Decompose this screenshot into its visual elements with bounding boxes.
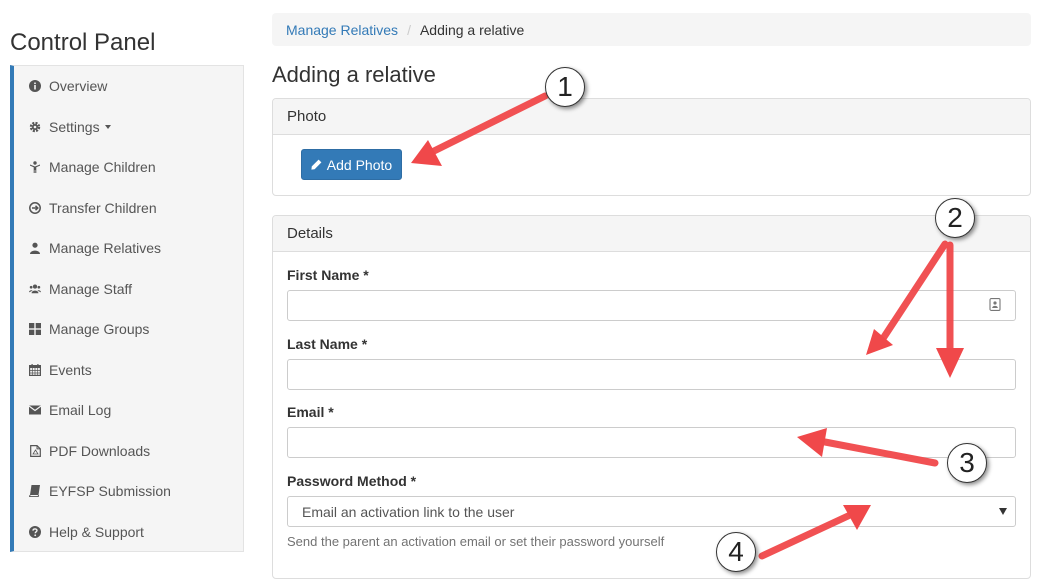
sidebar-item-pdf-downloads[interactable]: PDF Downloads: [14, 431, 243, 472]
sidebar-item-label: Manage Groups: [49, 321, 150, 338]
details-panel-heading: Details: [273, 216, 1030, 252]
sidebar-item-manage-groups[interactable]: Manage Groups: [14, 309, 243, 350]
sidebar-item-eyfsp-submission[interactable]: EYFSP Submission: [14, 471, 243, 512]
password-method-select[interactable]: Email an activation link to the user: [287, 496, 1016, 527]
child-icon: [29, 161, 41, 174]
envelope-icon: [29, 404, 41, 416]
sidebar-item-manage-staff[interactable]: Manage Staff: [14, 269, 243, 310]
grid-icon: [29, 323, 41, 336]
sidebar-item-email-log[interactable]: Email Log: [14, 390, 243, 431]
last-name-input[interactable]: [287, 359, 1016, 390]
password-method-help: Send the parent an activation email or s…: [287, 534, 665, 549]
info-icon: [29, 80, 41, 93]
sidebar-item-label: Overview: [49, 78, 108, 95]
password-method-selected: Email an activation link to the user: [302, 503, 515, 520]
sidebar-item-transfer-children[interactable]: Transfer Children: [14, 188, 243, 229]
sidebar-item-events[interactable]: Events: [14, 350, 243, 391]
email-input[interactable]: [287, 427, 1016, 458]
pdf-file-icon: [29, 444, 41, 457]
annotation-callout-1: 1: [545, 67, 585, 107]
photo-panel: Photo Add Photo: [272, 98, 1031, 196]
sidebar-item-label: Manage Staff: [49, 280, 133, 297]
breadcrumb-separator: /: [407, 21, 411, 38]
sidebar-nav: Overview Settings Manage Children Transf…: [10, 65, 244, 552]
add-photo-label: Add Photo: [326, 156, 393, 173]
photo-panel-heading: Photo: [273, 99, 1030, 135]
contact-card-icon[interactable]: [989, 298, 1001, 311]
sidebar-item-manage-relatives[interactable]: Manage Relatives: [14, 228, 243, 269]
breadcrumb: Manage Relatives / Adding a relative: [272, 13, 1031, 46]
page-title: Adding a relative: [272, 62, 436, 87]
sidebar-item-label: PDF Downloads: [49, 442, 151, 459]
add-photo-button[interactable]: Add Photo: [301, 149, 402, 180]
pencil-icon: [311, 157, 322, 173]
last-name-label: Last Name *: [287, 336, 368, 352]
transfer-icon: [29, 201, 41, 214]
help-icon: [29, 525, 41, 538]
caret-down-icon: [104, 124, 111, 129]
sidebar-item-settings[interactable]: Settings: [14, 107, 243, 148]
dropdown-arrow-icon: [999, 508, 1007, 515]
sidebar-item-label: Manage Relatives: [49, 240, 162, 257]
sidebar-item-label: Help & Support: [49, 523, 144, 540]
password-method-label: Password Method *: [287, 473, 417, 489]
calendar-icon: [29, 363, 41, 376]
sidebar-item-overview[interactable]: Overview: [14, 66, 243, 107]
breadcrumb-current: Adding a relative: [419, 21, 525, 38]
first-name-input[interactable]: [287, 290, 1016, 321]
sidebar-item-label: Manage Children: [49, 159, 156, 176]
sidebar-item-label: EYFSP Submission: [49, 483, 171, 500]
sidebar-item-label: Email Log: [49, 402, 112, 419]
annotation-callout-4: 4: [716, 532, 756, 572]
sidebar-item-help-support[interactable]: Help & Support: [14, 512, 243, 553]
gear-icon: [29, 121, 41, 133]
annotation-callout-2: 2: [935, 198, 975, 238]
users-icon: [29, 283, 41, 295]
sidebar-item-label: Transfer Children: [49, 199, 157, 216]
sidebar-item-label: Settings: [49, 118, 100, 135]
details-panel: Details First Name * Last Name * Email *…: [272, 215, 1031, 579]
app-title: Control Panel: [10, 29, 156, 56]
email-label: Email *: [287, 404, 334, 420]
user-icon: [29, 242, 41, 255]
first-name-label: First Name *: [287, 267, 369, 283]
sidebar-item-label: Events: [49, 361, 92, 378]
sidebar-item-manage-children[interactable]: Manage Children: [14, 147, 243, 188]
annotation-callout-3: 3: [947, 443, 987, 483]
book-icon: [29, 485, 41, 498]
breadcrumb-link-manage-relatives[interactable]: Manage Relatives: [286, 22, 398, 38]
